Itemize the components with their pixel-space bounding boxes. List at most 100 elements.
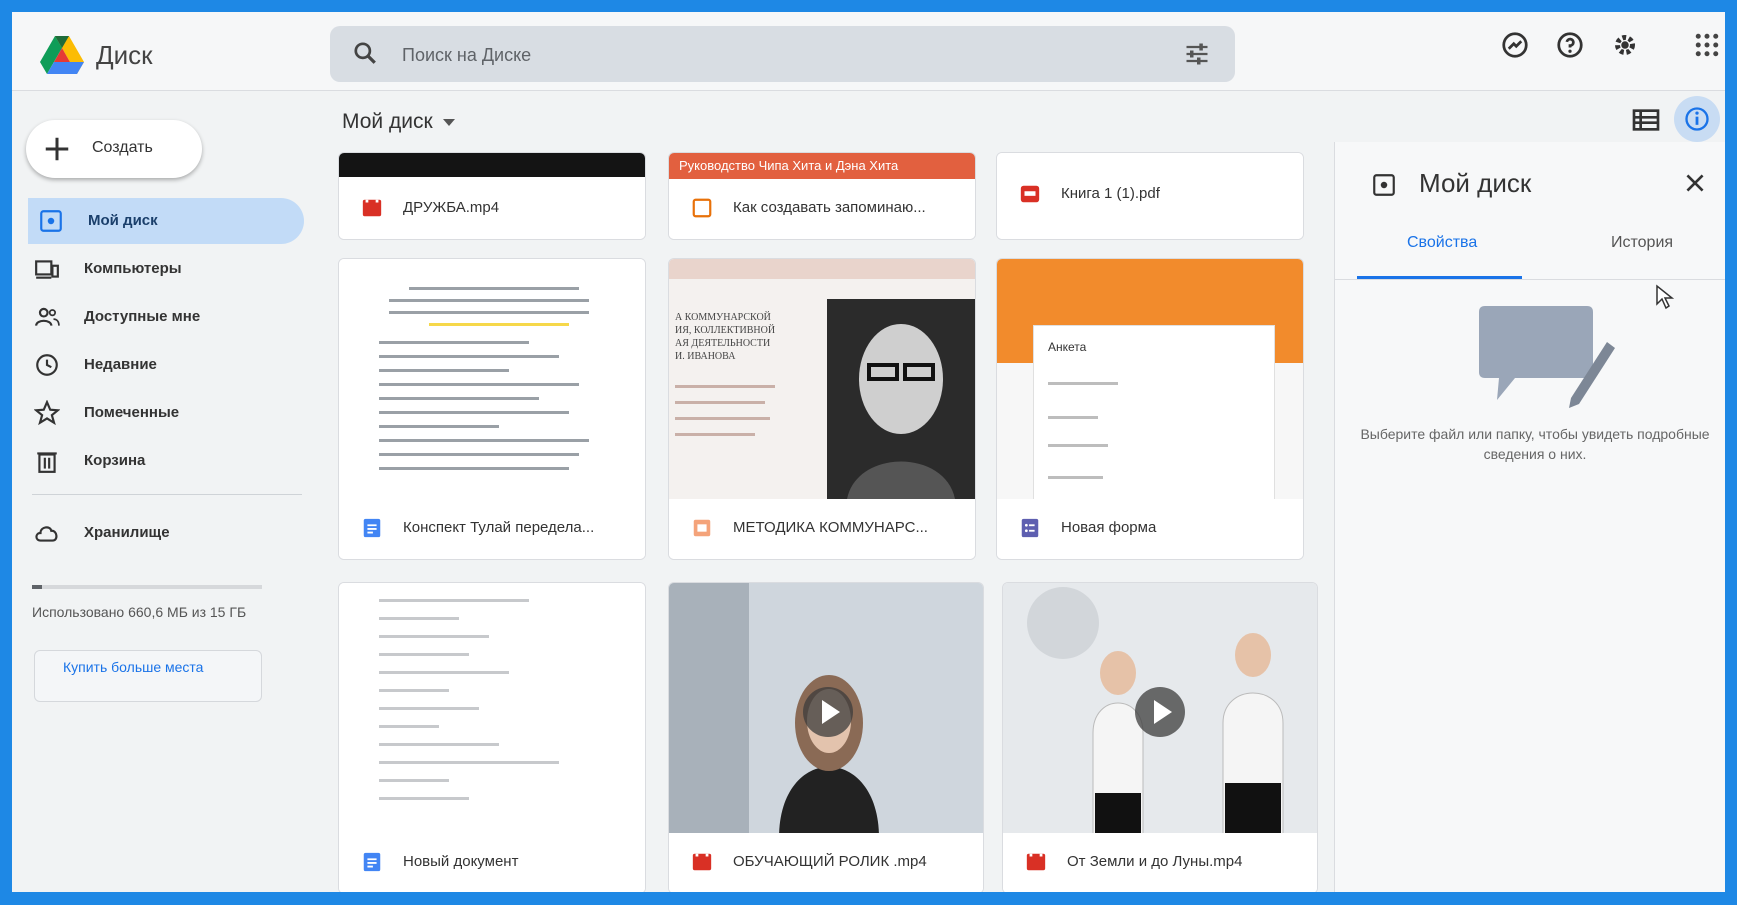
doc-preview-line (379, 599, 529, 602)
doc-preview-line (379, 439, 589, 442)
file-name: Книга 1 (1).pdf (1061, 185, 1160, 202)
sidebar-item-label: Недавние (84, 356, 157, 373)
doc-preview-line (379, 671, 509, 674)
sidebar-item-my-drive[interactable]: Мой диск (28, 198, 304, 244)
create-button-label: Создать (92, 139, 153, 156)
sidebar-item-shared[interactable]: Доступные мне (12, 294, 302, 340)
list-view-icon[interactable] (1630, 104, 1662, 136)
doc-preview-line (379, 617, 459, 620)
slide-header-band (669, 259, 975, 279)
comment-illustration-icon (1479, 306, 1615, 408)
file-name: Как создавать запоминаю... (733, 199, 926, 216)
doc-file-icon (363, 852, 381, 872)
drive-screen: Диск Поиск на Диске Создать Мой диск Ком… (12, 12, 1725, 892)
gear-icon[interactable] (1610, 30, 1640, 60)
sidebar-item-recent[interactable]: Недавние (12, 342, 302, 388)
sidebar-item-storage[interactable]: Хранилище (12, 510, 302, 556)
file-name: Новый документ (403, 853, 519, 870)
offline-status-icon[interactable] (1500, 30, 1530, 60)
file-thumbnail (339, 153, 645, 177)
form-preview-line (1048, 444, 1108, 447)
search-icon[interactable] (352, 40, 378, 66)
file-card[interactable]: ДРУЖБА.mp4 (338, 152, 646, 240)
plus-icon (45, 137, 69, 161)
form-preview-sheet: Анкета (1033, 325, 1275, 507)
doc-preview-line (379, 369, 509, 372)
cloud-icon (35, 526, 58, 542)
form-preview-line (1048, 416, 1098, 419)
star-icon (34, 400, 60, 426)
file-thumbnail: Руководство Чипа Хита и Дэна Хита (669, 153, 975, 179)
create-button[interactable]: Создать (26, 120, 202, 178)
file-thumbnail (339, 259, 645, 499)
empty-details-message: Выберите файл или папку, чтобы увидеть п… (1360, 426, 1710, 462)
file-name: ОБУЧАЮЩИЙ РОЛИК .mp4 (733, 853, 927, 870)
form-file-icon (1021, 518, 1039, 538)
file-card-footer: Новый документ (339, 833, 645, 892)
sidebar-item-starred[interactable]: Помеченные (12, 390, 302, 436)
doc-preview-line (379, 689, 449, 692)
doc-preview-line (379, 761, 559, 764)
sidebar-item-label: Доступные мне (84, 308, 201, 325)
doc-preview-line (389, 311, 589, 314)
file-card[interactable]: Книга 1 (1).pdf (996, 152, 1304, 240)
file-card-footer: Как создавать запоминаю... (669, 179, 975, 239)
tab-history[interactable]: История (1611, 234, 1673, 252)
location-dropdown[interactable]: Мой диск (342, 110, 455, 134)
file-name: Новая форма (1061, 519, 1157, 536)
app-title: Диск (96, 40, 153, 70)
file-thumbnail: А КОММУНАРСКОЙ ИЯ, КОЛЛЕКТИВНОЙ АЯ ДЕЯТЕ… (669, 259, 975, 499)
sidebar-item-trash[interactable]: Корзина (12, 438, 302, 484)
play-button-icon[interactable] (803, 687, 853, 737)
doc-preview-highlight (429, 323, 569, 326)
sidebar-item-label: Компьютеры (84, 260, 182, 277)
tab-properties[interactable]: Свойства (1407, 234, 1477, 252)
file-card-footer: Конспект Тулай передела... (339, 499, 645, 559)
close-icon[interactable] (1682, 170, 1708, 196)
sidebar-item-computers[interactable]: Компьютеры (12, 246, 302, 292)
drive-logo-icon[interactable] (40, 34, 84, 74)
doc-preview-line (379, 383, 579, 386)
tab-divider (1335, 279, 1725, 280)
file-card-footer: От Земли и до Луны.mp4 (1003, 833, 1317, 892)
search-options-icon[interactable] (1183, 40, 1211, 68)
sidebar: Создать Мой диск Компьютеры Доступные мн… (12, 90, 312, 892)
apps-grid-icon[interactable] (1692, 30, 1722, 60)
file-thumbnail (339, 583, 645, 833)
active-tab-indicator (1357, 276, 1522, 279)
info-icon (1685, 107, 1709, 131)
play-button-icon[interactable] (1135, 687, 1185, 737)
doc-preview-line (379, 397, 539, 400)
file-name: Конспект Тулай передела... (403, 519, 595, 536)
my-drive-icon (1373, 174, 1395, 196)
form-preview-line (1048, 382, 1118, 385)
search-input[interactable] (400, 40, 1144, 70)
doc-preview-line (409, 287, 579, 290)
sidebar-item-label: Хранилище (84, 524, 170, 541)
buy-storage-button[interactable]: Купить больше места (34, 650, 262, 702)
details-toggle-button[interactable] (1674, 96, 1720, 142)
file-name: МЕТОДИКА КОММУНАРС... (733, 519, 928, 536)
video-file-icon (1026, 853, 1046, 871)
video-file-icon (692, 853, 712, 871)
file-thumbnail: Анкета (997, 259, 1303, 507)
pdf-file-icon (1020, 185, 1040, 203)
doc-file-icon (363, 518, 381, 538)
slides-file-icon (693, 519, 711, 537)
file-card[interactable]: Новый документ (338, 582, 646, 892)
file-card[interactable]: Конспект Тулай передела... (338, 258, 646, 560)
search-bar[interactable] (330, 26, 1235, 82)
file-card[interactable]: От Земли и до Луны.mp4 (1002, 582, 1318, 892)
sidebar-item-label: Помеченные (84, 404, 180, 421)
file-card[interactable]: ОБУЧАЮЩИЙ РОЛИК .mp4 (668, 582, 984, 892)
portrait-photo (827, 299, 975, 499)
file-thumbnail (1003, 583, 1317, 838)
doc-preview-line (379, 355, 559, 358)
file-card[interactable]: А КОММУНАРСКОЙ ИЯ, КОЛЛЕКТИВНОЙ АЯ ДЕЯТЕ… (668, 258, 976, 560)
file-card[interactable]: Анкета Новая форма (996, 258, 1304, 560)
thumbnail-text: Руководство Чипа Хита и Дэна Хита (679, 158, 899, 173)
file-card[interactable]: Руководство Чипа Хита и Дэна Хита Как со… (668, 152, 976, 240)
chevron-down-icon (442, 118, 455, 126)
help-icon[interactable] (1555, 30, 1585, 60)
doc-preview-line (379, 425, 499, 428)
